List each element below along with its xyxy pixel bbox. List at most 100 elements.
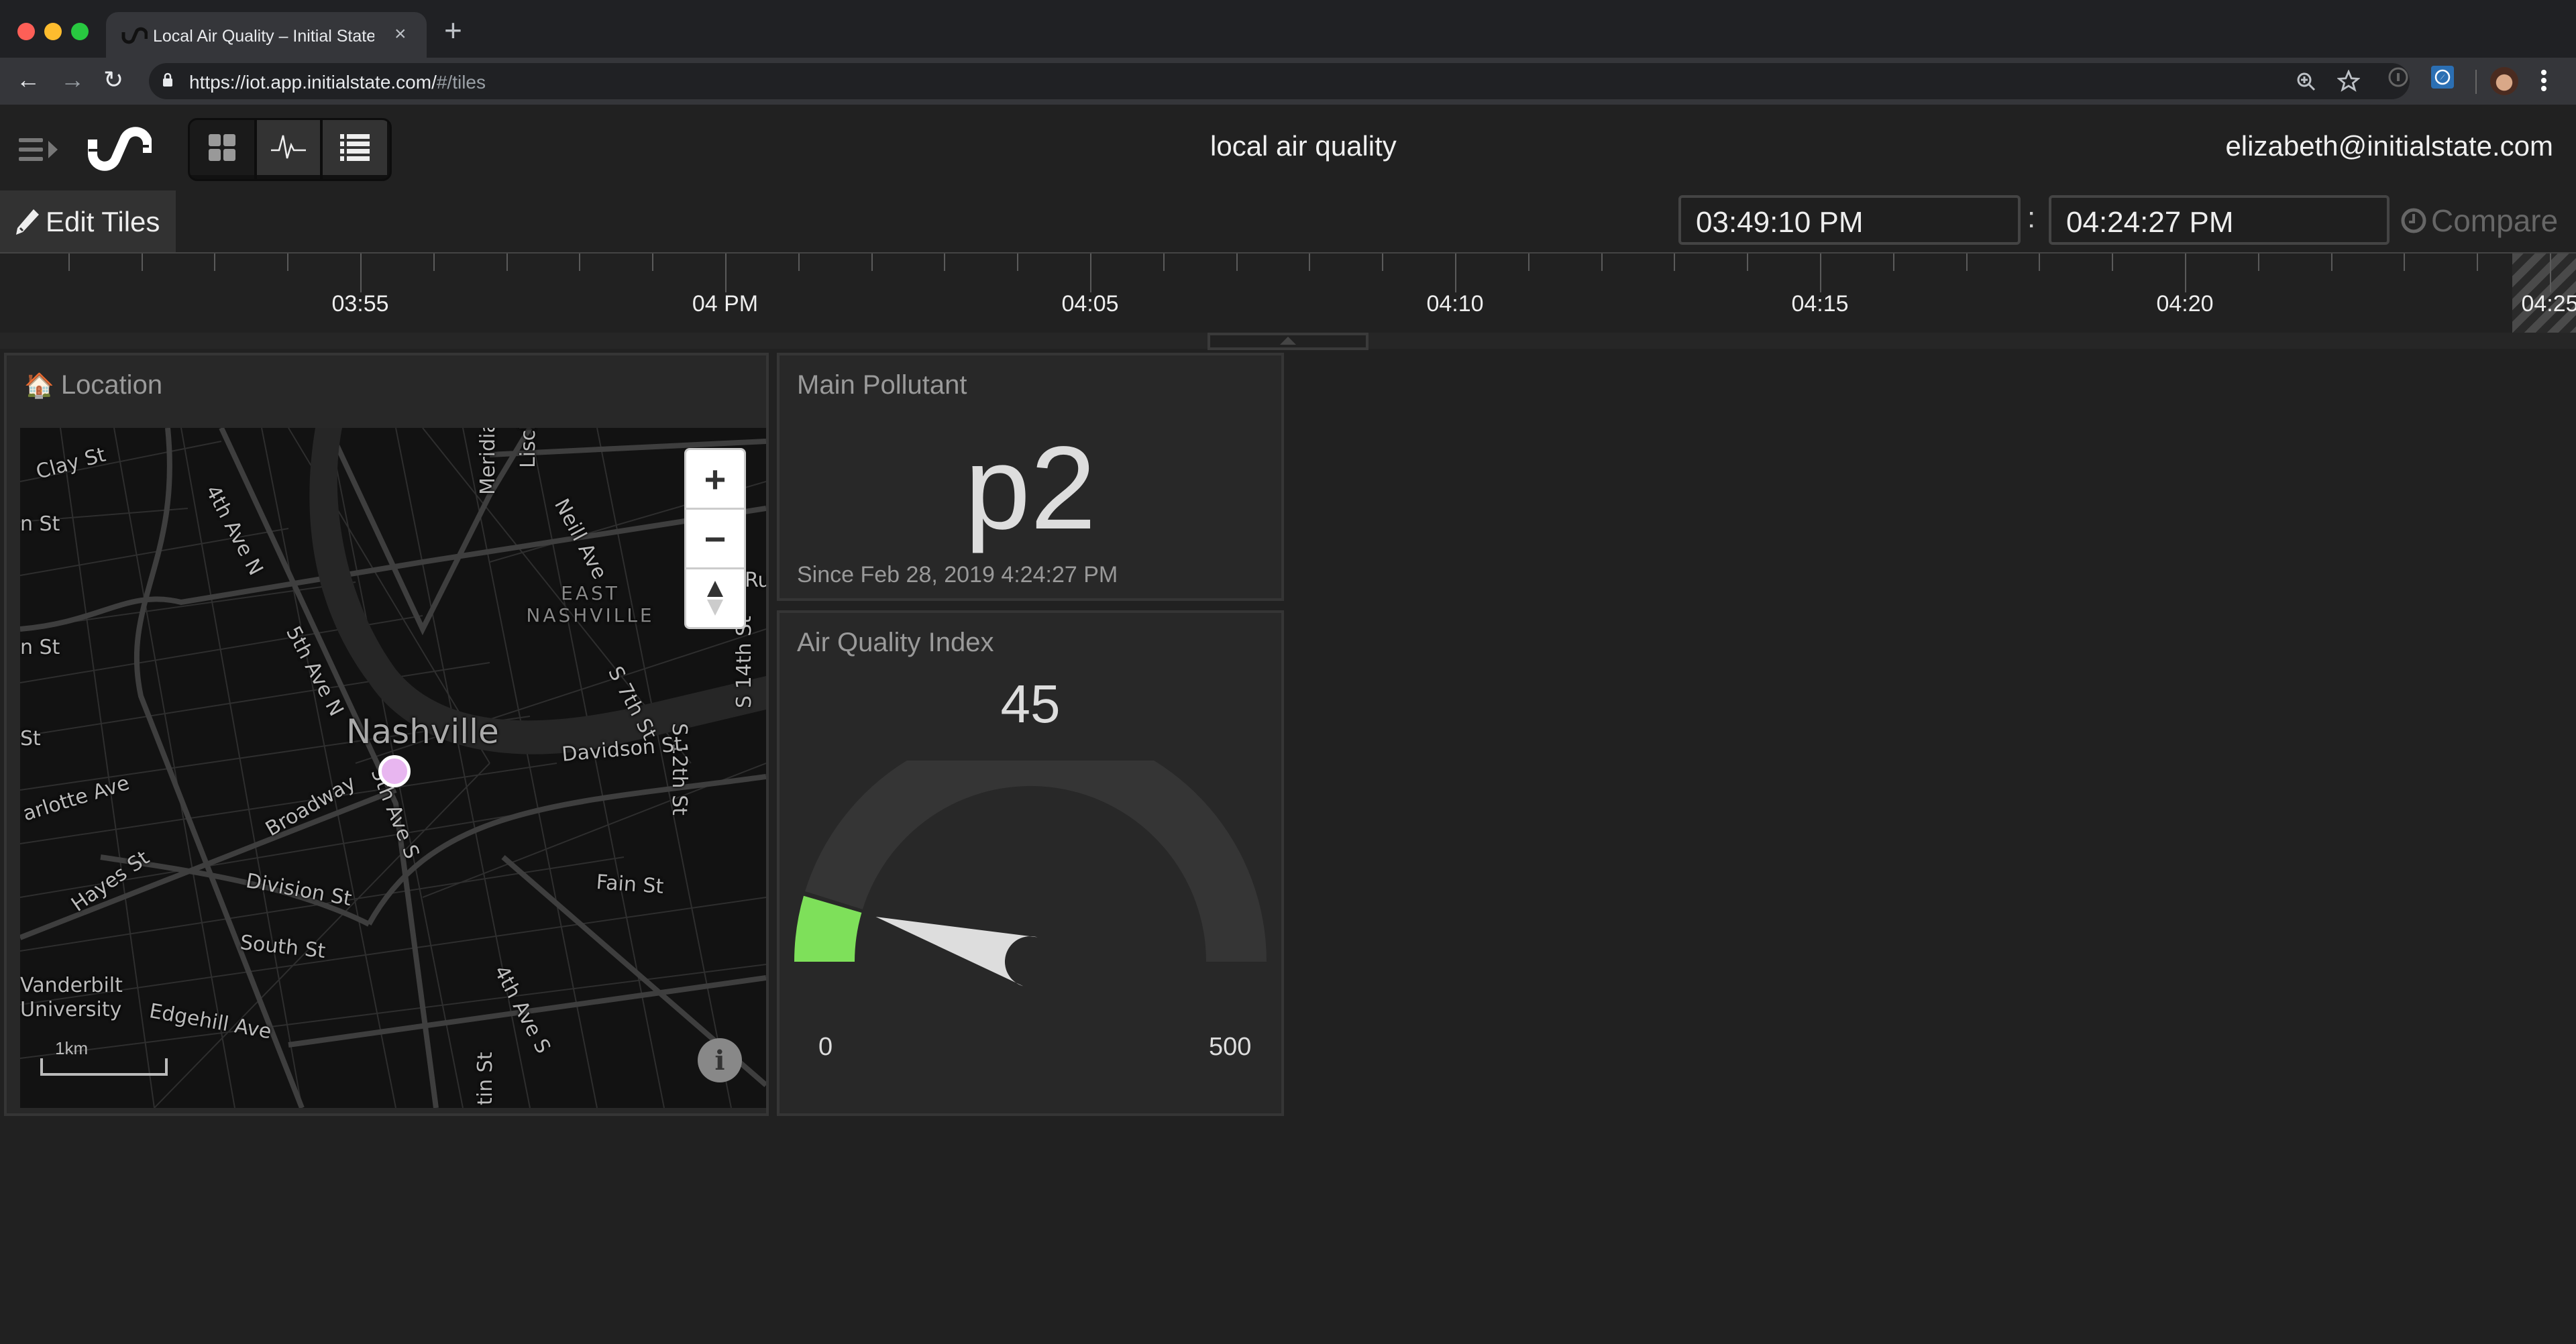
url-text[interactable]: https://iot.app.initialstate.com/#/tiles (189, 72, 486, 93)
timeline-minor-tick (1382, 254, 1384, 271)
timeline-minor-tick (798, 254, 800, 271)
timeline-minor-tick (2404, 254, 2406, 271)
minimize-window-button[interactable] (44, 23, 62, 40)
avatar[interactable] (2490, 67, 2518, 95)
grid-icon (209, 134, 235, 161)
timeline-minor-tick (944, 254, 946, 271)
timeline-minor-tick (652, 254, 654, 271)
timeline-minor-tick (579, 254, 581, 271)
clock-icon (2401, 208, 2426, 233)
toolbar-divider (2475, 70, 2477, 94)
lines-view-button[interactable] (323, 120, 387, 175)
more-vert-icon[interactable] (2541, 70, 2546, 91)
gauge-max-label: 500 (1209, 1033, 1252, 1061)
aqi-title: Air Quality Index (797, 628, 994, 657)
timeline-minor-tick (2112, 254, 2114, 271)
timeline-minor-tick (1966, 254, 1968, 271)
tiles-view-button[interactable] (190, 120, 254, 175)
timeline-label: 04:10 (1426, 291, 1484, 317)
timeline-label: 04:05 (1061, 291, 1119, 317)
timeline-major-tick (2550, 254, 2551, 292)
timeline-major-tick (1455, 254, 1456, 292)
main-pollutant-since: Since Feb 28, 2019 4:24:27 PM (797, 562, 1118, 587)
gauge-track (805, 761, 1267, 962)
map-label: St (20, 727, 41, 750)
user-email[interactable]: elizabeth@initialstate.com (2225, 130, 2553, 162)
browser-titlebar: Local Air Quality – Initial State × + (0, 0, 2576, 59)
timeline-ruler[interactable]: 03:55 04 PM 04:05 04:10 04:15 04:20 04:25 (0, 252, 2576, 334)
map-label-city: Nashville (346, 712, 499, 751)
map-label: S 14th St (733, 616, 756, 708)
compass-arrows-icon (707, 581, 723, 616)
map-label: Lischey (517, 428, 540, 468)
timeline-major-tick (1820, 254, 1821, 292)
timeline-label: 04:25 (2521, 291, 2576, 317)
timeline-minor-tick (1236, 254, 1238, 271)
zoom-icon[interactable] (2296, 71, 2317, 93)
dashboard-title: local air quality (1210, 130, 1397, 162)
timeline-minor-tick (1163, 254, 1165, 271)
timeline-label: 04:20 (2156, 291, 2214, 317)
timeline-minor-tick (1527, 254, 1529, 271)
start-time-input[interactable]: 03:49:10 PM (1678, 195, 2021, 245)
timeline-minor-tick (1601, 254, 1603, 271)
timeline-minor-tick (2039, 254, 2041, 271)
view-mode-switcher (188, 118, 392, 181)
edit-tiles-button[interactable]: Edit Tiles (0, 190, 176, 254)
map-label: Meridian St (476, 428, 500, 495)
map-label: n St (20, 636, 60, 659)
app-header: local air quality elizabeth@initialstate… (0, 105, 2576, 189)
back-button[interactable]: ← (16, 66, 40, 94)
time-separator: : (2027, 201, 2036, 234)
star-icon[interactable] (2337, 70, 2360, 93)
browser-toolbar: ← → ↻ https://iot.app.initialstate.com/#… (0, 58, 2576, 105)
initialstate-logo[interactable] (86, 126, 152, 180)
sidebar-toggle-icon[interactable] (19, 137, 60, 162)
timeline-major-tick (360, 254, 362, 292)
maximize-window-button[interactable] (71, 23, 89, 40)
main-pollutant-tile: Main Pollutant p2 Since Feb 28, 2019 4:2… (777, 353, 1284, 601)
new-tab-button[interactable]: + (444, 12, 462, 48)
pencil-icon (16, 209, 39, 235)
timeline-minor-tick (1747, 254, 1749, 271)
url-host: https://iot.app.initialstate.com/ (189, 72, 437, 93)
end-time-input[interactable]: 04:24:27 PM (2049, 195, 2390, 245)
map-zoom-controls: + − (684, 448, 746, 629)
compare-label: Compare (2431, 203, 2559, 238)
timeline-minor-tick (2257, 254, 2259, 271)
map-label: EAST NASHVILLE (526, 582, 655, 626)
timeline-minor-tick (141, 254, 143, 271)
map-label: Vanderbilt University (20, 974, 123, 1021)
map-label: Ru (745, 569, 766, 592)
zoom-out-button[interactable]: − (686, 510, 744, 569)
tab-favicon-icon (121, 27, 148, 44)
aqi-tile: Air Quality Index 45 0 500 (777, 610, 1284, 1116)
address-bar[interactable]: https://iot.app.initialstate.com/#/tiles (149, 63, 2410, 99)
location-tile-title: 🏠 Location (24, 370, 162, 400)
map-attribution-info-button[interactable]: i (698, 1038, 742, 1082)
tab-close-icon[interactable]: × (394, 23, 407, 46)
gauge-min-label: 0 (818, 1033, 833, 1061)
map-label: Fain St (595, 871, 665, 899)
map[interactable]: Clay St n St 4th Ave N 5th Ave N Meridia… (20, 428, 766, 1108)
timeline-minor-tick (1674, 254, 1676, 271)
reset-bearing-button[interactable] (686, 569, 744, 627)
timeline-collapse-handle[interactable] (1208, 333, 1368, 350)
forward-button[interactable]: → (60, 66, 85, 94)
zoom-in-button[interactable]: + (686, 450, 744, 510)
reload-button[interactable]: ↻ (103, 66, 123, 94)
compare-button[interactable]: Compare (2400, 203, 2558, 239)
tile-title-text: Location (60, 370, 163, 400)
compass-extension-icon[interactable] (2431, 66, 2454, 89)
map-label: n St (20, 512, 60, 536)
waveform-icon (271, 135, 306, 159)
location-marker[interactable] (378, 755, 411, 787)
house-icon: 🏠 (24, 371, 54, 399)
timeline-minor-tick (433, 254, 435, 271)
info-extension-icon[interactable] (2388, 67, 2408, 87)
list-icon (340, 134, 370, 161)
browser-tab[interactable]: Local Air Quality – Initial State × (106, 12, 427, 59)
waves-view-button[interactable] (257, 120, 320, 175)
close-window-button[interactable] (17, 23, 35, 40)
map-label: tin St (474, 1052, 497, 1105)
